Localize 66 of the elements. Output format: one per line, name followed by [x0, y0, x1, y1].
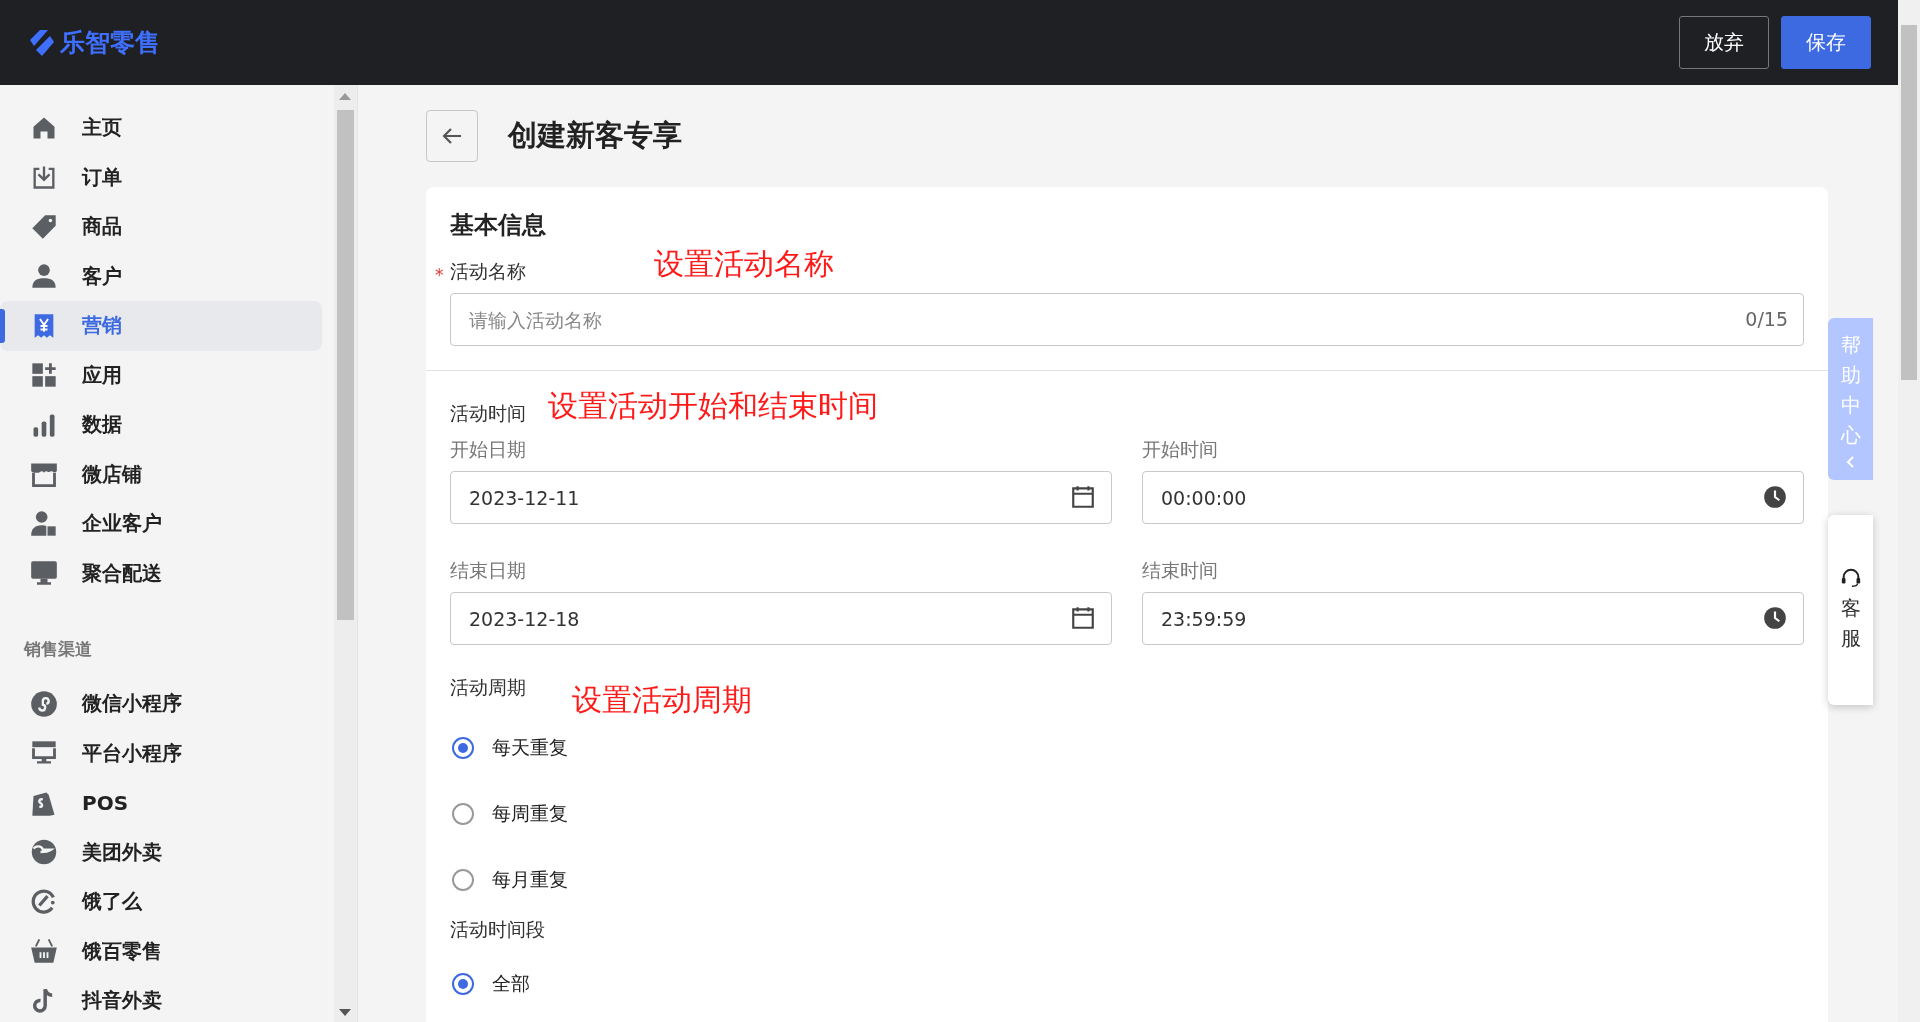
sidebar-item[interactable]: 美团外卖 [0, 827, 322, 877]
date-field[interactable]: 2023-12-18 [450, 592, 1112, 645]
page-title: 创建新客专享 [508, 117, 682, 154]
e-circle-icon [30, 887, 58, 916]
calendar-icon [1070, 484, 1096, 510]
required-mark: * [435, 265, 445, 285]
field-label: 结束时间 [1142, 559, 1218, 581]
sidebar-item[interactable]: 企业客户 [0, 499, 322, 549]
tag-icon [30, 212, 58, 241]
scrollbar[interactable] [1898, 0, 1920, 1022]
group-title: 活动周期 [450, 675, 526, 700]
sidebar-item[interactable]: 聚合配送 [0, 548, 322, 598]
radio-label: 全部 [492, 971, 530, 996]
group-title: 活动时间 [450, 401, 526, 426]
sidebar-item[interactable]: 饿百零售 [0, 926, 322, 976]
sidebar-item[interactable]: 订单 [0, 152, 322, 202]
headset-icon [1839, 567, 1862, 589]
annotation-text: 设置活动开始和结束时间 [548, 391, 878, 421]
sidebar-item[interactable]: 商品 [0, 202, 322, 252]
business-person-icon [30, 509, 58, 538]
time-field[interactable]: 00:00:00 [1142, 471, 1804, 524]
clock-icon [1762, 484, 1788, 510]
discard-button[interactable]: 放弃 [1679, 16, 1769, 69]
group-title: 活动时间段 [450, 917, 546, 942]
field-label: 开始时间 [1142, 438, 1218, 460]
calendar-icon [1070, 605, 1096, 631]
annotation-text: 设置活动名称 [654, 249, 834, 279]
char-counter: 0/15 [1745, 308, 1788, 330]
monitor-icon [30, 559, 58, 588]
clock-icon [1762, 605, 1788, 631]
radio-label: 每天重复 [492, 735, 568, 760]
date-field[interactable]: 2023-12-11 [450, 471, 1112, 524]
field-label: 开始日期 [450, 438, 526, 460]
radio-button[interactable] [452, 973, 474, 995]
apps-icon [30, 361, 58, 390]
sidebar-item[interactable]: POS [0, 778, 322, 828]
annotation-text: 设置活动周期 [572, 685, 752, 715]
radio-label: 每月重复 [492, 867, 568, 892]
radio-button[interactable] [452, 869, 474, 891]
save-button[interactable]: 保存 [1781, 16, 1871, 69]
radio-button[interactable] [452, 737, 474, 759]
section-title: 销售渠道 [22, 638, 93, 661]
sidebar-item[interactable]: 平台小程序 [0, 728, 322, 778]
radio-label: 每周重复 [492, 801, 568, 826]
time-field[interactable]: 23:59:59 [1142, 592, 1804, 645]
field-label: 活动名称 [450, 259, 526, 284]
sidebar-item[interactable]: 客户 [0, 251, 322, 301]
sidebar-item[interactable]: 主页 [0, 103, 322, 153]
customer-service-tab[interactable]: 客服 [1828, 515, 1873, 705]
scrollbar[interactable] [334, 85, 357, 1022]
sidebar-item[interactable]: 应用 [0, 350, 322, 400]
mini-program-icon [30, 689, 58, 718]
sidebar-item[interactable]: 抖音外卖 [0, 976, 322, 1022]
sidebar-item[interactable]: 营销 [0, 301, 322, 351]
back-button[interactable] [426, 110, 478, 162]
sidebar-item[interactable]: 数据 [0, 400, 322, 450]
logo-text: 乐智零售 [60, 27, 160, 59]
field-label: 结束日期 [450, 559, 526, 581]
sidebar-item[interactable]: 微店铺 [0, 449, 322, 499]
logo-icon [28, 27, 56, 58]
section-title: 基本信息 [450, 210, 547, 241]
sidebar-item[interactable]: 饿了么 [0, 877, 322, 927]
basket-icon [30, 937, 58, 966]
sidebar-item[interactable]: 微信小程序 [0, 679, 322, 729]
person-icon [30, 262, 58, 291]
radio-button[interactable] [452, 803, 474, 825]
